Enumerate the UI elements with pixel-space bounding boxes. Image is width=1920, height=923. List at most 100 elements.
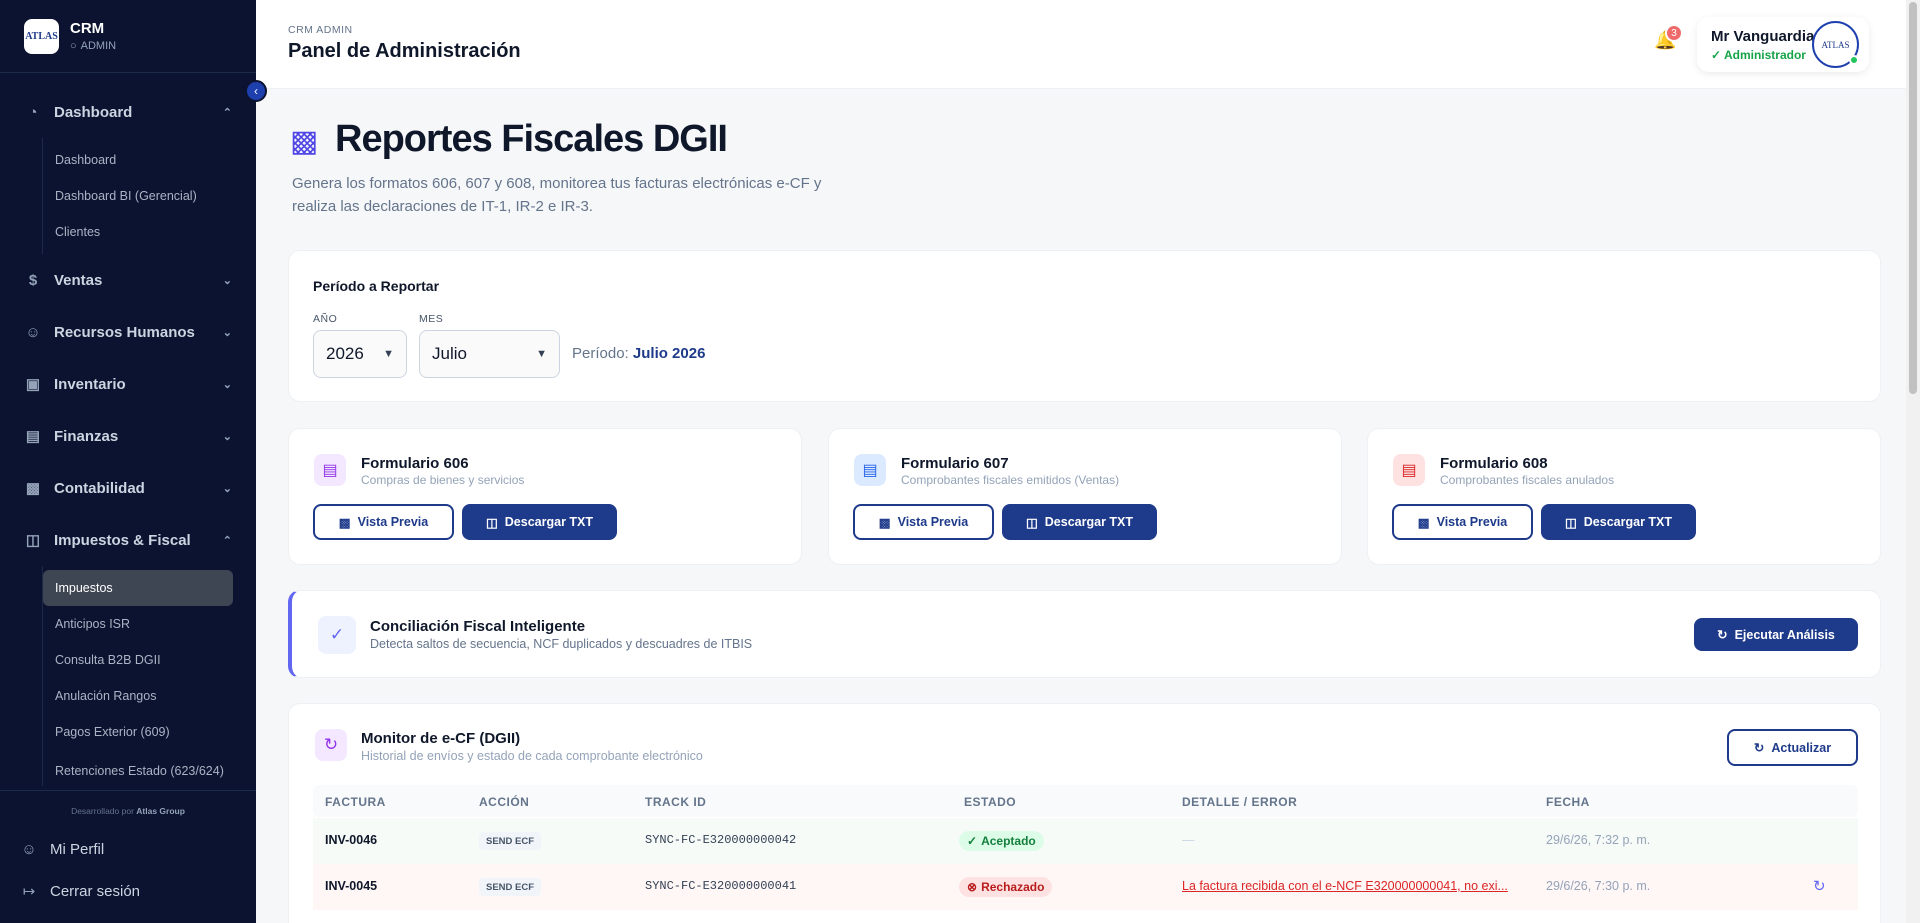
preview-607-button[interactable]: ▩ Vista Previa (853, 504, 994, 540)
check-circle-icon: ✓ (967, 834, 978, 848)
invoice-cell: INV-0046 (325, 833, 378, 847)
check-circle-icon: ✓ (318, 616, 356, 654)
month-select[interactable]: Julio ▼ (419, 330, 560, 378)
sidebar-item-impuestos[interactable]: Impuestos (43, 570, 233, 606)
bar-chart-icon: ▩ (290, 125, 319, 158)
retry-icon[interactable]: ↻ (1813, 877, 1826, 895)
sidebar-footer: Desarrollado por Atlas Group ☺ Mi Perfil… (0, 790, 256, 923)
sidebar-group-inventario[interactable]: ▣ Inventario ⌄ (0, 358, 256, 410)
preview-606-button[interactable]: ▩ Vista Previa (313, 504, 454, 540)
document-icon: ▤ (854, 454, 886, 486)
conciliation-card: ✓ Conciliación Fiscal Inteligente Detect… (288, 590, 1881, 678)
bar-chart-icon: ▩ (338, 515, 351, 530)
button-label: Vista Previa (357, 515, 429, 529)
page-subtitle: Genera los formatos 606, 607 y 608, moni… (292, 175, 822, 215)
sidebar-item-pagos-exterior[interactable]: Pagos Exterior (609) (43, 714, 233, 750)
form-606-card: ▤ Formulario 606 Compras de bienes y ser… (288, 428, 802, 565)
track-id-cell: SYNC-FC-E320000000041 (645, 879, 797, 893)
bar-chart-icon: ▩ (878, 515, 891, 530)
wallet-icon: ▤ (25, 428, 41, 445)
sidebar-group-dashboard[interactable]: ◔ Dashboard ⌃ (0, 86, 256, 138)
user-name: Mr Vanguardia (1711, 27, 1815, 45)
sidebar-group-ventas[interactable]: $ Ventas ⌄ (0, 254, 256, 306)
run-analysis-button[interactable]: ↻ Ejecutar Análisis (1694, 618, 1858, 651)
form-subtitle: Comprobantes fiscales emitidos (Ventas) (901, 473, 1120, 487)
collapse-sidebar-button[interactable]: ‹ (245, 80, 267, 102)
button-label: Vista Previa (1436, 515, 1508, 529)
sidebar-group-label: Impuestos & Fiscal (54, 531, 191, 549)
logout-icon: ↦ (22, 883, 36, 900)
brand-role: ○ ADMIN (70, 40, 116, 52)
sidebar-item-clientes[interactable]: Clientes (43, 214, 233, 250)
chevron-left-icon: ‹ (254, 84, 258, 98)
page-title: Reportes Fiscales DGII (335, 118, 728, 160)
profile-link[interactable]: ☺ Mi Perfil (0, 828, 256, 870)
sidebar-group-label: Ventas (54, 271, 103, 289)
period-summary-value: Julio 2026 (632, 345, 706, 362)
sidebar-group-contabilidad[interactable]: ▩ Contabilidad ⌄ (0, 462, 256, 514)
sidebar-item-consulta-b2b[interactable]: Consulta B2B DGII (43, 642, 233, 678)
refresh-button[interactable]: ↻ Actualizar (1727, 729, 1858, 766)
topbar: CRM ADMIN Panel de Administración 🔔 3 Mr… (256, 0, 1920, 89)
monitor-title: Monitor de e-CF (DGII) (361, 730, 521, 747)
bar-chart-icon: ▩ (1417, 515, 1430, 530)
box-icon: ▣ (25, 376, 41, 393)
form-607-card: ▤ Formulario 607 Comprobantes fiscales e… (828, 428, 1342, 565)
year-select[interactable]: 2026 ▼ (313, 330, 407, 378)
page-header-title: Panel de Administración (288, 40, 521, 62)
brand-role-label: ADMIN (80, 40, 117, 52)
gauge-icon: ◔ (28, 103, 38, 121)
button-label: Descargar TXT (504, 515, 594, 529)
document-icon: ▤ (314, 454, 346, 486)
sidebar-group-impuestos[interactable]: ◫ Impuestos & Fiscal ⌃ (0, 514, 256, 566)
brand: ATLAS CRM ○ ADMIN (0, 0, 256, 73)
sidebar-group-recursos-humanos[interactable]: ☺ Recursos Humanos ⌄ (0, 306, 256, 358)
chevron-down-icon: ⌄ (222, 274, 232, 287)
download-608-button[interactable]: ◫ Descargar TXT (1541, 504, 1696, 540)
column-header: TRACK ID (645, 795, 707, 809)
sidebar-item-dashboard[interactable]: Dashboard (43, 142, 233, 178)
error-detail-link[interactable]: La factura recibida con el e-NCF E320000… (1182, 879, 1508, 893)
button-label: Ejecutar Análisis (1734, 627, 1835, 642)
logout-link[interactable]: ↦ Cerrar sesión (0, 870, 256, 912)
table-row[interactable]: INV-0046 SEND ECF SYNC-FC-E320000000042 … (313, 818, 1858, 864)
scrollbar[interactable] (1906, 0, 1920, 923)
ecf-monitor-card: ↻ Monitor de e-CF (DGII) Historial de en… (288, 703, 1881, 923)
period-summary: Período: Julio 2026 (572, 345, 705, 362)
column-header: ACCIÓN (479, 795, 530, 809)
chevron-up-icon: ⌃ (222, 534, 232, 547)
period-summary-label: Período: (572, 345, 629, 362)
form-608-card: ▤ Formulario 608 Comprobantes fiscales a… (1367, 428, 1881, 565)
user-icon: ☺ (21, 840, 37, 858)
user-menu[interactable]: Mr Vanguardia ✓ Administrador ATLAS (1697, 17, 1869, 72)
table-row[interactable]: INV-0045 SEND ECF SYNC-FC-E320000000041 … (313, 864, 1858, 910)
button-label: Descargar TXT (1044, 515, 1134, 529)
shield-icon: ○ (70, 40, 77, 52)
file-download-icon: ◫ (1564, 515, 1577, 530)
form-subtitle: Compras de bienes y servicios (361, 473, 525, 487)
file-download-icon: ◫ (1025, 515, 1038, 530)
table-header: FACTURA ACCIÓN TRACK ID ESTADO DETALLE /… (313, 785, 1858, 817)
preview-608-button[interactable]: ▩ Vista Previa (1392, 504, 1533, 540)
sidebar-item-retenciones-estado[interactable]: Retenciones Estado (623/624) (43, 750, 233, 786)
status-label: Rechazado (981, 880, 1045, 894)
form-title: Formulario 607 (901, 455, 1009, 472)
sidebar-item-dashboard-bi[interactable]: Dashboard BI (Gerencial) (43, 178, 233, 214)
notification-badge: 3 (1665, 24, 1683, 42)
sidebar-submenu-dashboard: Dashboard Dashboard BI (Gerencial) Clien… (42, 138, 256, 254)
chevron-down-icon: ⌄ (222, 378, 232, 391)
status-badge: ⊗ Rechazado (959, 877, 1053, 897)
users-icon: ☺ (25, 323, 41, 341)
chevron-down-icon: ▼ (536, 348, 547, 360)
download-607-button[interactable]: ◫ Descargar TXT (1002, 504, 1157, 540)
sidebar-item-anulacion-rangos[interactable]: Anulación Rangos (43, 678, 233, 714)
sidebar-item-anticipos-isr[interactable]: Anticipos ISR (43, 606, 233, 642)
month-label: MES (419, 313, 444, 325)
document-icon: ▤ (1393, 454, 1425, 486)
chevron-down-icon: ⌄ (222, 326, 232, 339)
sidebar-group-finanzas[interactable]: ▤ Finanzas ⌄ (0, 410, 256, 462)
download-606-button[interactable]: ◫ Descargar TXT (462, 504, 617, 540)
track-id-cell: SYNC-FC-E320000000042 (645, 833, 797, 847)
scrollbar-thumb[interactable] (1909, 2, 1917, 394)
form-subtitle: Comprobantes fiscales anulados (1440, 473, 1615, 487)
